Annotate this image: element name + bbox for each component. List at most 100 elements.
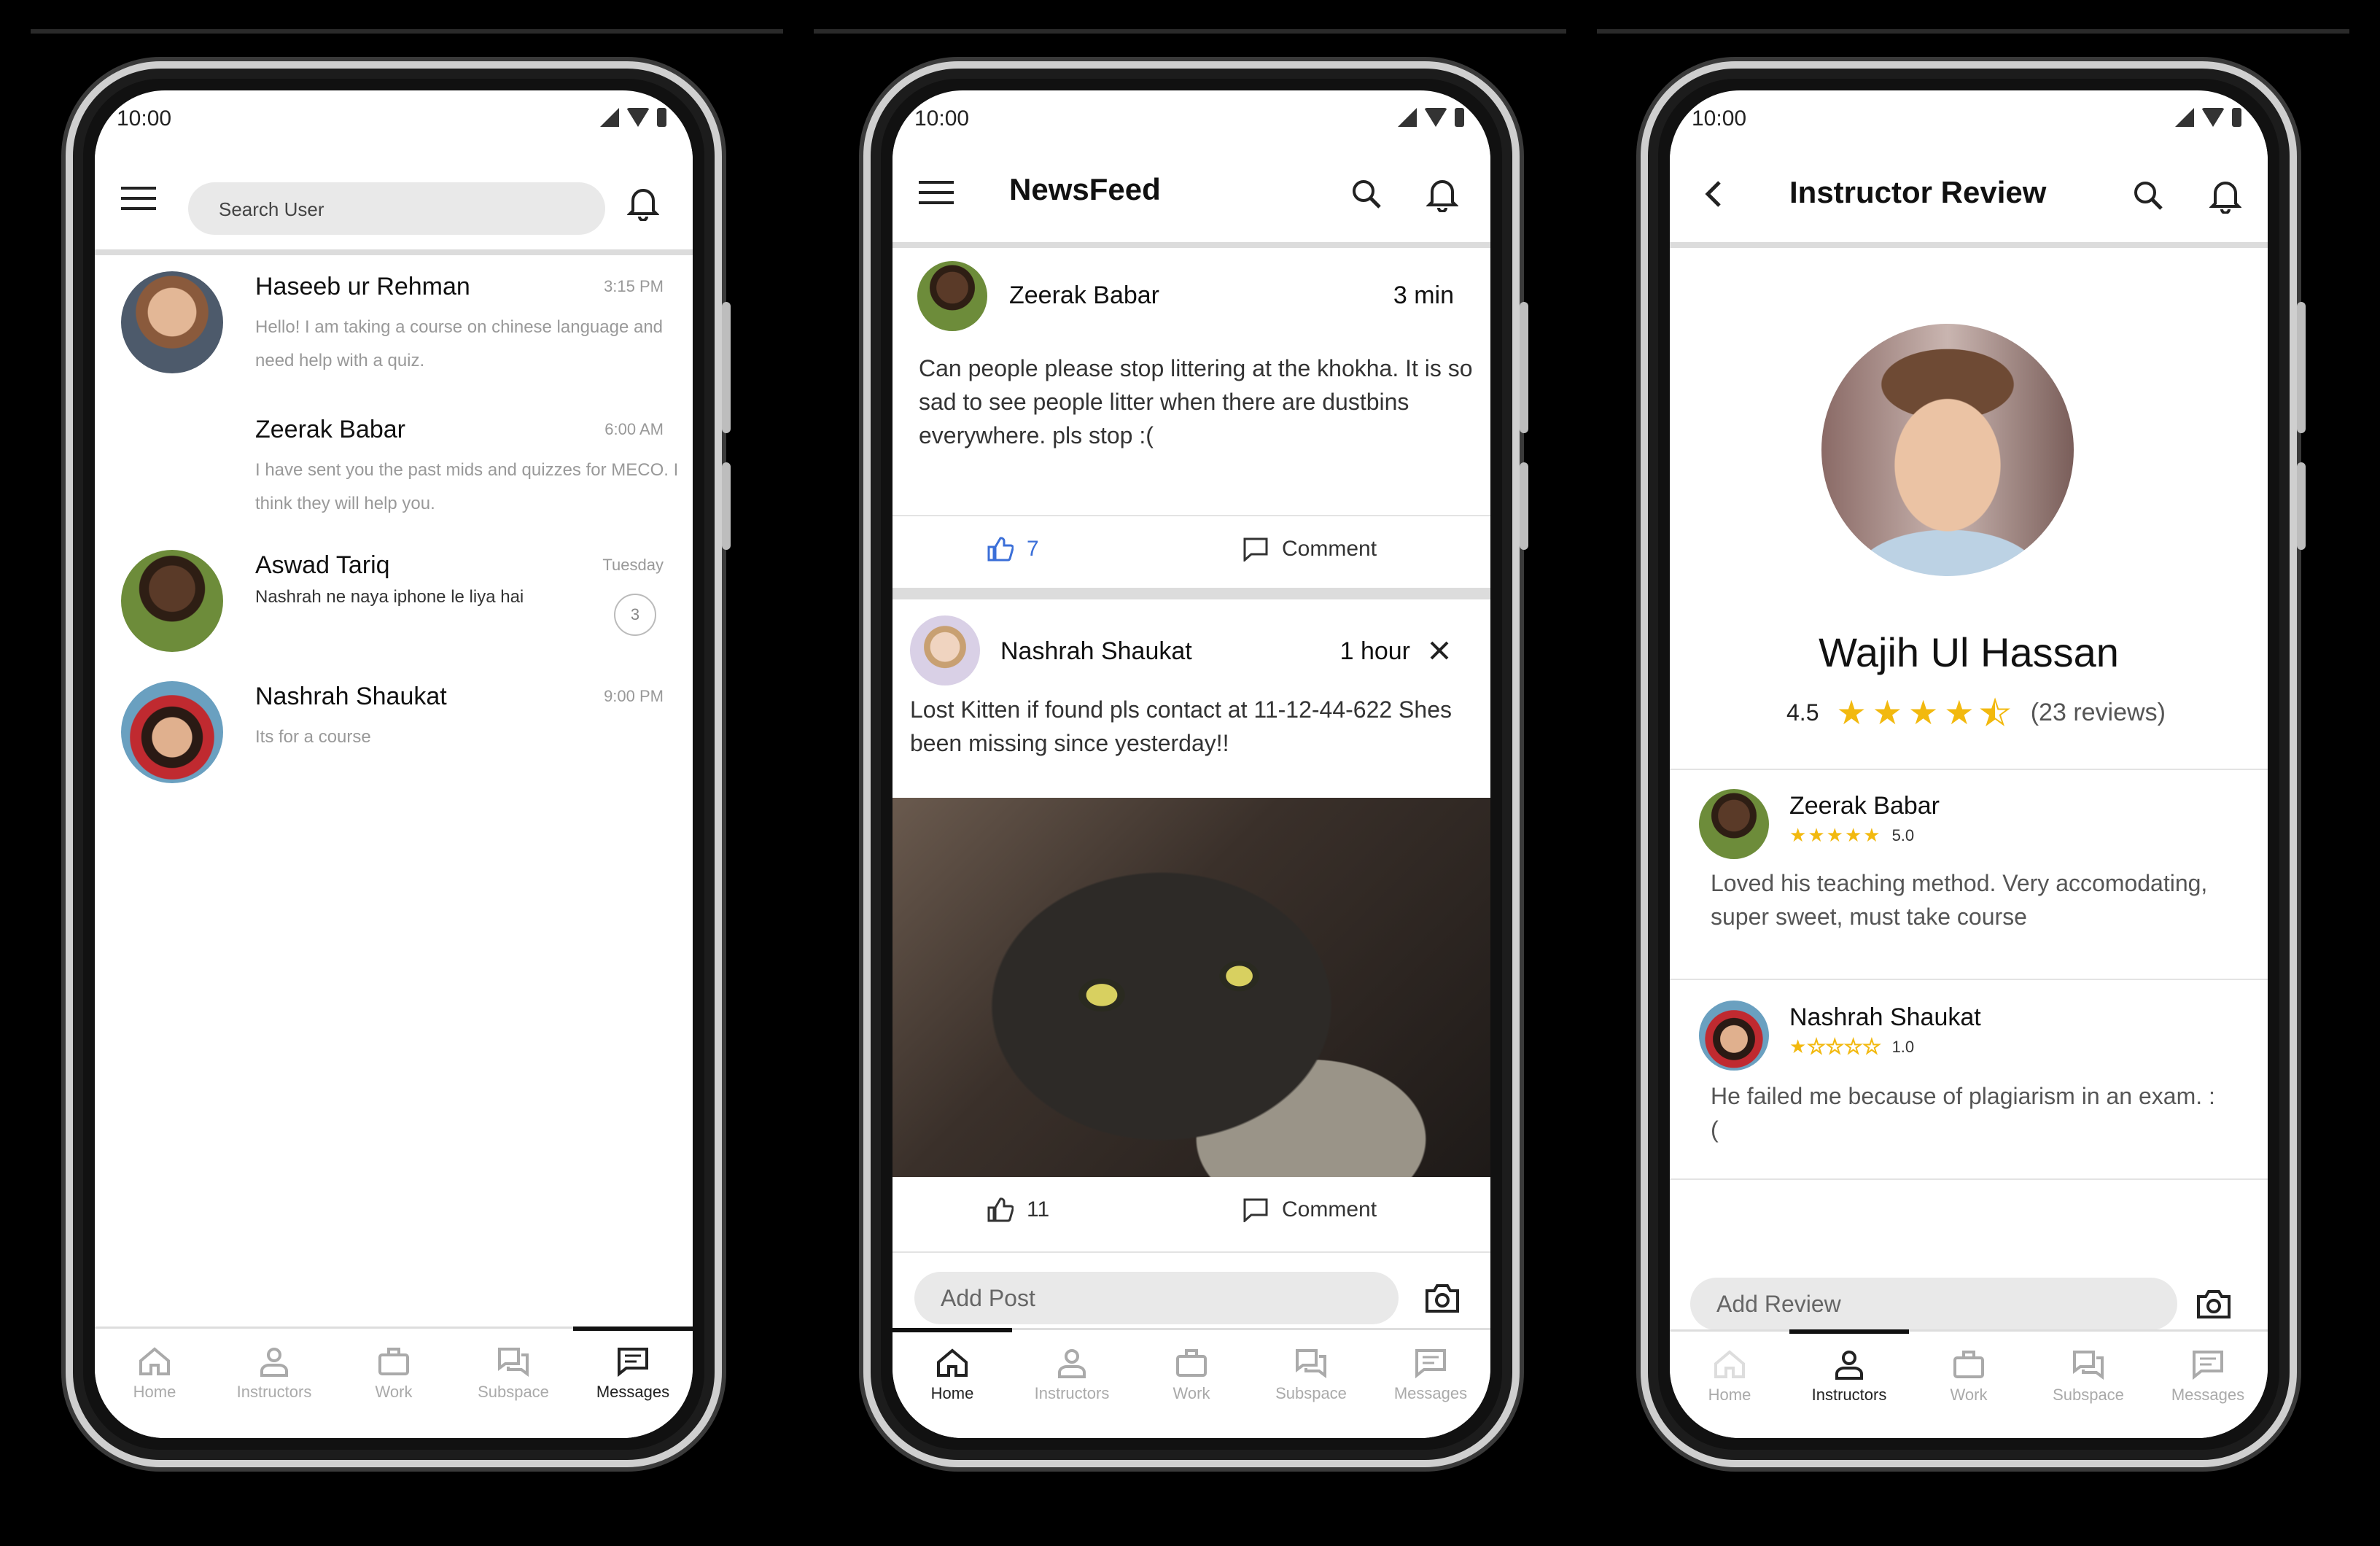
like-button[interactable]: 11: [987, 1197, 1049, 1222]
nav-subspace[interactable]: Subspace: [2029, 1332, 2148, 1438]
nav-work[interactable]: Work: [1909, 1332, 2029, 1438]
chat-bubbles-icon: [498, 1348, 529, 1377]
empty-star-icon: ★: [1862, 1035, 1881, 1058]
camera-icon[interactable]: [2192, 1282, 2236, 1326]
status-bar: 10:00: [1670, 90, 2268, 149]
nav-label: Home: [133, 1383, 176, 1401]
nav-home[interactable]: Home: [892, 1328, 1012, 1438]
add-post-input[interactable]: Add Post: [914, 1272, 1399, 1324]
search-icon[interactable]: [1345, 172, 1388, 216]
chat-name: Nashrah Shaukat: [255, 683, 447, 710]
battery-icon: [1455, 108, 1464, 127]
chat-item[interactable]: Zeerak Babar 6:00 AM I have sent you the…: [95, 407, 693, 538]
chat-item[interactable]: Haseeb ur Rehman 3:15 PM Hello! I am tak…: [95, 264, 693, 395]
avatar: [121, 681, 223, 783]
nav-instructors[interactable]: Instructors: [1789, 1329, 1909, 1438]
instructor-name: Wajih Ul Hassan: [1819, 629, 2119, 675]
post-time: 1 hour: [1339, 637, 1410, 665]
reviewer-avatar: [1699, 1001, 1769, 1071]
camera-icon[interactable]: [1420, 1276, 1464, 1320]
phone-instructor-review: 10:00 Instructor Review Wajih Ul Hassan …: [1641, 61, 2306, 1467]
message-icon: [2193, 1351, 2223, 1380]
add-review-placeholder: Add Review: [1716, 1291, 1841, 1317]
search-user-input[interactable]: Search User: [188, 182, 605, 235]
review-appbar: Instructor Review: [1670, 143, 2268, 248]
nav-messages[interactable]: Messages: [573, 1326, 693, 1438]
nav-subspace[interactable]: Subspace: [1251, 1330, 1371, 1438]
comment-icon: [1243, 1198, 1268, 1222]
nav-work[interactable]: Work: [334, 1329, 454, 1438]
signal-icon: [2175, 108, 2194, 127]
messages-appbar: Search User: [95, 149, 693, 255]
menu-icon[interactable]: [117, 176, 160, 220]
wifi-icon: [1424, 108, 1447, 127]
phone-messages: 10:00 Search User Haseeb ur Rehman 3:15 …: [66, 61, 731, 1467]
bell-icon[interactable]: [2204, 174, 2247, 217]
chat-time: 6:00 AM: [604, 420, 664, 438]
wifi-icon: [626, 108, 650, 127]
nav-home[interactable]: Home: [1670, 1332, 1789, 1438]
newsfeed-appbar: NewsFeed: [892, 143, 1490, 248]
divider: [1670, 1178, 2268, 1180]
nav-label: Work: [1172, 1384, 1210, 1402]
nav-label: Subspace: [2053, 1386, 2124, 1404]
screen: 10:00 NewsFeed Zeerak Babar 3 min Can pe…: [892, 90, 1490, 1438]
avatar: [121, 271, 223, 373]
nav-work[interactable]: Work: [1132, 1330, 1251, 1438]
avatar: [121, 550, 223, 652]
signal-icon: [1398, 108, 1417, 127]
like-count: 7: [1027, 537, 1039, 561]
comment-button[interactable]: Comment: [1242, 1197, 1377, 1222]
nav-instructors[interactable]: Instructors: [1012, 1330, 1132, 1438]
like-button[interactable]: 7: [987, 537, 1039, 562]
back-arrow-icon[interactable]: [1692, 172, 1735, 216]
bell-icon[interactable]: [621, 181, 665, 225]
chat-time: Tuesday: [602, 556, 664, 574]
nav-instructors[interactable]: Instructors: [214, 1329, 334, 1438]
chat-name: Haseeb ur Rehman: [255, 273, 470, 300]
chat-item[interactable]: Aswad Tariq Tuesday Nashrah ne naya ipho…: [95, 543, 693, 674]
close-icon[interactable]: [1418, 629, 1461, 672]
add-review-input[interactable]: Add Review: [1690, 1278, 2177, 1330]
bottom-nav: Home Instructors Work Subspace Messages: [892, 1328, 1490, 1438]
nav-label: Messages: [2171, 1386, 2245, 1404]
star-icon: ★: [1944, 694, 1975, 731]
nav-label: Home: [930, 1384, 974, 1402]
nav-label: Instructors: [236, 1383, 312, 1401]
chat-name: Zeerak Babar: [255, 416, 405, 443]
unread-badge: 3: [614, 594, 656, 636]
nav-label: Home: [1708, 1386, 1751, 1404]
search-icon[interactable]: [2126, 174, 2170, 217]
briefcase-icon: [1176, 1349, 1207, 1377]
top-divider-1: [31, 29, 783, 34]
comment-icon: [1243, 537, 1268, 562]
comment-button[interactable]: Comment: [1242, 537, 1377, 562]
add-post-placeholder: Add Post: [941, 1285, 1035, 1311]
chat-name: Aswad Tariq: [255, 551, 390, 579]
avatar: [917, 261, 987, 331]
side-button: [1520, 302, 1528, 433]
chat-bubbles-icon: [1296, 1349, 1326, 1378]
post-separator: [892, 588, 1490, 599]
nav-messages[interactable]: Messages: [2148, 1332, 2268, 1438]
star-icon: ★: [1826, 824, 1843, 846]
reviewer-name: Nashrah Shaukat: [1789, 1003, 1981, 1031]
nav-home[interactable]: Home: [95, 1329, 214, 1438]
wifi-icon: [2201, 108, 2225, 127]
side-button: [722, 462, 731, 550]
nav-subspace[interactable]: Subspace: [454, 1329, 573, 1438]
reviewer-avatar: [1699, 789, 1769, 859]
chat-item[interactable]: Nashrah Shaukat 9:00 PM Its for a course: [95, 674, 693, 805]
review-text: He failed me because of plagiarism in an…: [1711, 1083, 2215, 1143]
nav-messages[interactable]: Messages: [1371, 1330, 1490, 1438]
thumbs-up-icon: [987, 537, 1014, 562]
nav-label: Subspace: [1275, 1384, 1347, 1402]
bell-icon[interactable]: [1420, 172, 1464, 216]
search-placeholder: Search User: [219, 198, 324, 220]
menu-icon[interactable]: [914, 171, 958, 214]
person-icon: [1835, 1351, 1863, 1380]
phone-newsfeed: 10:00 NewsFeed Zeerak Babar 3 min Can pe…: [863, 61, 1528, 1467]
post-author: Nashrah Shaukat: [1000, 637, 1192, 665]
post-image-cat: [892, 798, 1490, 1177]
chat-preview: I have sent you the past mids and quizze…: [255, 460, 679, 513]
